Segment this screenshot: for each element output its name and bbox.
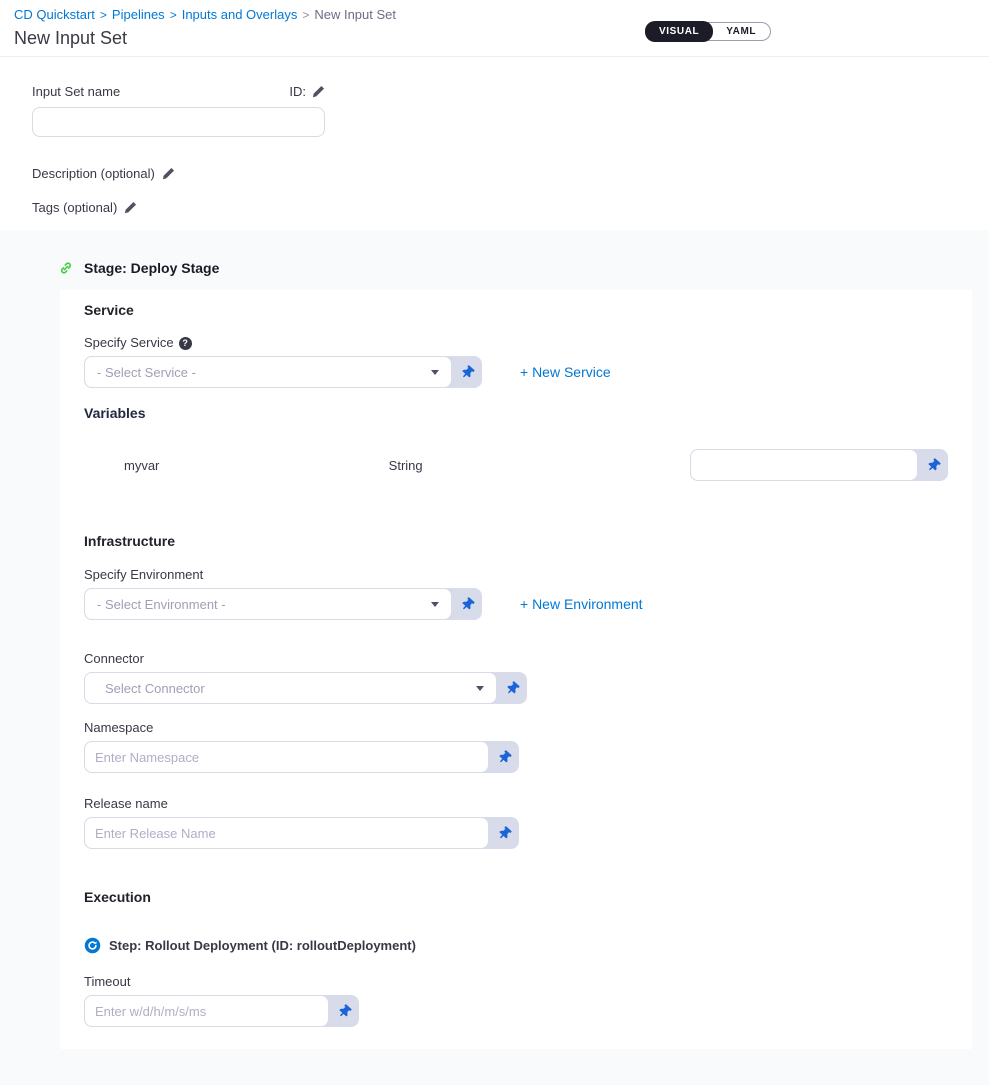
- rollout-step-icon: [84, 937, 101, 954]
- step-header: Step: Rollout Deployment (ID: rolloutDep…: [84, 937, 948, 954]
- breadcrumb-separator: >: [170, 8, 177, 22]
- release-name-label: Release name: [84, 796, 948, 812]
- pin-icon[interactable]: [452, 356, 482, 388]
- variable-name: myvar: [124, 458, 389, 473]
- name-label-row: Input Set name ID:: [32, 84, 325, 99]
- service-select-row: - Select Service - + New Service: [84, 356, 948, 388]
- environment-select-wrap: - Select Environment -: [84, 588, 482, 620]
- tags-row: Tags (optional): [32, 200, 989, 215]
- specify-service-label: Specify Service: [84, 335, 174, 351]
- chevron-down-icon: [476, 686, 484, 691]
- tab-yaml[interactable]: YAML: [712, 22, 770, 41]
- pin-icon[interactable]: [489, 817, 519, 849]
- pin-icon[interactable]: [489, 741, 519, 773]
- stage-section: Stage: Deploy Stage Service Specify Serv…: [0, 230, 989, 1085]
- breadcrumb-inputs-and-overlays[interactable]: Inputs and Overlays: [182, 7, 298, 22]
- environment-select-row: - Select Environment - + New Environment: [84, 588, 948, 620]
- execution-heading: Execution: [84, 889, 948, 906]
- breadcrumb-current: New Input Set: [314, 7, 396, 22]
- service-heading: Service: [84, 302, 948, 319]
- variable-value-wrap: [690, 449, 948, 481]
- namespace-input-wrap: [84, 741, 519, 773]
- variable-row: myvar String: [124, 449, 948, 481]
- step-title: Step: Rollout Deployment (ID: rolloutDep…: [109, 938, 416, 953]
- edit-tags-icon[interactable]: [124, 201, 137, 214]
- input-set-meta-form: Input Set name ID: Description (optional…: [0, 57, 989, 230]
- timeout-label: Timeout: [84, 974, 948, 990]
- timeout-input-wrap: [84, 995, 359, 1027]
- chevron-down-icon: [431, 370, 439, 375]
- variable-value-field[interactable]: [690, 449, 918, 481]
- pin-icon[interactable]: [918, 449, 948, 481]
- infrastructure-heading: Infrastructure: [84, 533, 948, 550]
- environment-select[interactable]: - Select Environment -: [84, 588, 452, 620]
- topbar: CD Quickstart > Pipelines > Inputs and Overl…: [0, 0, 989, 57]
- new-environment-link[interactable]: + New Environment: [520, 596, 643, 612]
- release-name-input-wrap: [84, 817, 519, 849]
- stage-inputs-card: Service Specify Service ? - Select Servi…: [60, 290, 972, 1049]
- input-set-name-label: Input Set name: [32, 84, 120, 99]
- id-label: ID:: [289, 84, 306, 99]
- stage-title: Stage: Deploy Stage: [84, 260, 219, 276]
- breadcrumb-cd-quickstart[interactable]: CD Quickstart: [14, 7, 95, 22]
- service-select-placeholder: - Select Service -: [97, 365, 196, 380]
- breadcrumb: CD Quickstart > Pipelines > Inputs and Overl…: [14, 7, 975, 23]
- stage-header: Stage: Deploy Stage: [58, 230, 989, 276]
- service-select[interactable]: - Select Service -: [84, 356, 452, 388]
- description-label: Description (optional): [32, 166, 155, 181]
- tab-visual[interactable]: VISUAL: [645, 21, 713, 42]
- variables-heading: Variables: [84, 405, 948, 422]
- specify-environment-label: Specify Environment: [84, 567, 948, 583]
- new-service-link[interactable]: + New Service: [520, 364, 611, 380]
- visual-yaml-toggle: VISUAL YAML: [645, 22, 771, 41]
- connector-select-placeholder: Select Connector: [97, 681, 205, 696]
- edit-id-icon[interactable]: [312, 85, 325, 98]
- tags-label: Tags (optional): [32, 200, 117, 215]
- namespace-label: Namespace: [84, 720, 948, 736]
- namespace-field[interactable]: [84, 741, 489, 773]
- page-title: New Input Set: [14, 28, 975, 49]
- pin-icon[interactable]: [452, 588, 482, 620]
- stage-link-icon: [58, 260, 74, 276]
- pin-icon[interactable]: [497, 672, 527, 704]
- edit-description-icon[interactable]: [162, 167, 175, 180]
- connector-select[interactable]: Select Connector: [84, 672, 497, 704]
- breadcrumb-separator: >: [302, 8, 309, 22]
- pin-icon[interactable]: [329, 995, 359, 1027]
- specify-service-label-row: Specify Service ?: [84, 335, 948, 351]
- environment-select-placeholder: - Select Environment -: [97, 597, 226, 612]
- connector-label: Connector: [84, 651, 948, 667]
- breadcrumb-separator: >: [100, 8, 107, 22]
- timeout-field[interactable]: [84, 995, 329, 1027]
- input-set-name-field[interactable]: [32, 107, 325, 137]
- breadcrumb-pipelines[interactable]: Pipelines: [112, 7, 165, 22]
- service-select-wrap: - Select Service -: [84, 356, 482, 388]
- release-name-field[interactable]: [84, 817, 489, 849]
- new-input-set-page: CD Quickstart > Pipelines > Inputs and Overl…: [0, 0, 989, 1085]
- connector-select-wrap: Select Connector: [84, 672, 527, 704]
- variable-type: String: [389, 458, 649, 473]
- chevron-down-icon: [431, 602, 439, 607]
- help-icon[interactable]: ?: [179, 337, 192, 350]
- description-row: Description (optional): [32, 166, 989, 181]
